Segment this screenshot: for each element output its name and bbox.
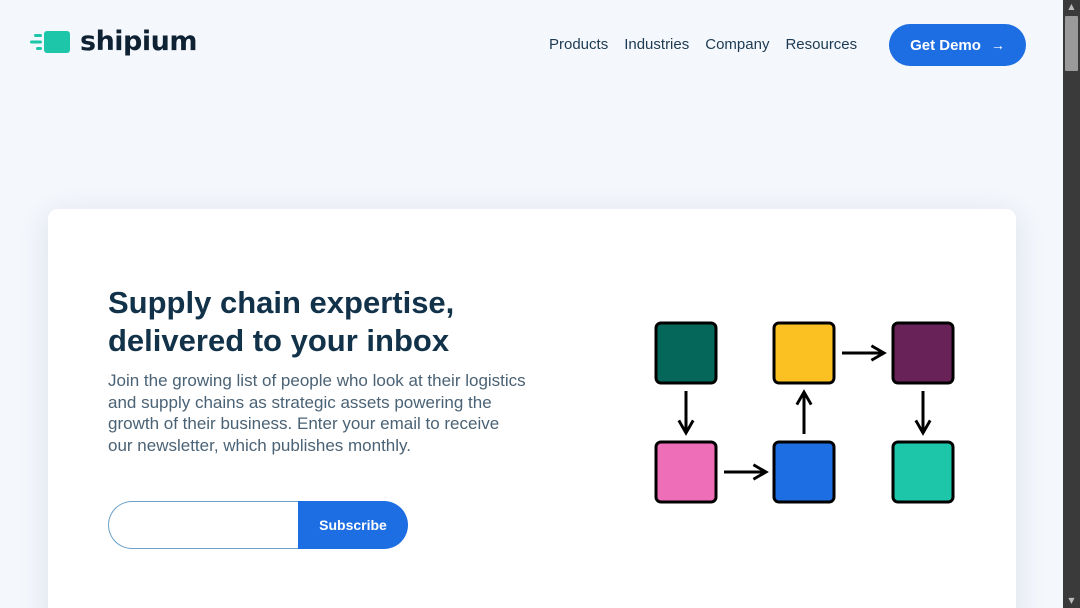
headline-line-1: Supply chain expertise,: [108, 285, 455, 320]
tile-yellow: [772, 321, 836, 385]
get-demo-button[interactable]: Get Demo →: [889, 24, 1026, 66]
logo[interactable]: shipium: [30, 26, 198, 57]
newsletter-description: Join the growing list of people who look…: [108, 371, 526, 456]
tile-pink: [654, 440, 718, 504]
tile-teal: [891, 440, 955, 504]
subscribe-button[interactable]: Subscribe: [298, 501, 408, 549]
subscribe-form: Subscribe: [108, 501, 408, 549]
nav-resources[interactable]: Resources: [785, 36, 857, 54]
arrow-right-icon: →: [990, 37, 1005, 53]
site-header: shipium Products Industries Company Reso…: [0, 0, 1063, 90]
logo-text: shipium: [80, 26, 198, 57]
scroll-thumb[interactable]: [1065, 16, 1078, 71]
supply-chain-flow-illustration: [654, 321, 955, 504]
get-demo-label: Get Demo: [910, 36, 981, 54]
scroll-down-icon[interactable]: ▼: [1063, 594, 1080, 608]
scroll-up-icon[interactable]: ▲: [1063, 0, 1080, 14]
main-nav: Products Industries Company Resources: [549, 36, 857, 54]
tile-dark-green: [654, 321, 718, 385]
nav-industries[interactable]: Industries: [624, 36, 689, 54]
page-scrollbar[interactable]: ▲ ▼: [1063, 0, 1080, 608]
shipium-logo-icon: [30, 31, 70, 53]
email-input[interactable]: [108, 501, 298, 549]
nav-products[interactable]: Products: [549, 36, 608, 54]
newsletter-card: Supply chain expertise, delivered to you…: [48, 209, 1016, 608]
nav-company[interactable]: Company: [705, 36, 769, 54]
newsletter-headline: Supply chain expertise, delivered to you…: [108, 284, 528, 360]
headline-line-2: delivered to your inbox: [108, 323, 450, 358]
tile-purple: [891, 321, 955, 385]
tile-blue: [772, 440, 836, 504]
